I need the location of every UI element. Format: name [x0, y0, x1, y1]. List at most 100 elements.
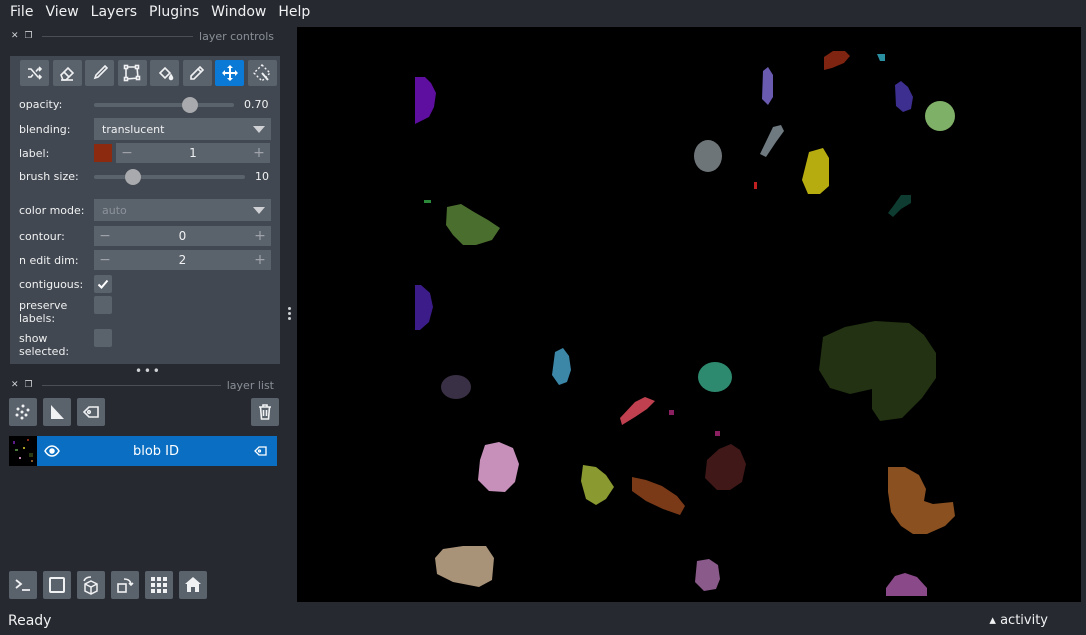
- tag-icon: [254, 446, 267, 456]
- label-blob: [695, 559, 720, 591]
- console-button[interactable]: [9, 571, 37, 599]
- picker-button[interactable]: [182, 60, 212, 86]
- erase-button[interactable]: [52, 60, 82, 86]
- opacity-handle[interactable]: [182, 97, 198, 113]
- opacity-label: opacity:: [19, 97, 63, 111]
- status-bar: Ready ▴ activity: [0, 606, 1086, 635]
- shuffle-colors-button[interactable]: [20, 60, 49, 86]
- label-blob: [620, 397, 655, 425]
- layer-name: blob ID: [132, 443, 180, 459]
- menu-view[interactable]: View: [39, 0, 84, 24]
- preserve-labels-checkbox[interactable]: [94, 296, 112, 314]
- roll-dims-button[interactable]: [77, 571, 105, 599]
- n-edit-dim-label: n edit dim:: [19, 253, 79, 267]
- home-button[interactable]: [179, 571, 207, 599]
- float-dock-icon[interactable]: ❐: [25, 31, 33, 41]
- viewer-canvas[interactable]: [297, 27, 1081, 602]
- new-shapes-layer-button[interactable]: [43, 398, 71, 426]
- n-edit-dim-spinbox[interactable]: − 2 +: [94, 250, 271, 270]
- label-blob: [552, 348, 571, 385]
- label-blob: [632, 477, 685, 515]
- trash-icon: [259, 404, 271, 420]
- visibility-toggle[interactable]: [37, 445, 67, 457]
- brush-size-handle[interactable]: [125, 169, 141, 185]
- menu-layers[interactable]: Layers: [85, 0, 143, 24]
- increment-icon[interactable]: +: [253, 228, 267, 244]
- erase-icon: [60, 66, 75, 81]
- show-selected-row: show selected:: [19, 329, 273, 358]
- label-blob: [705, 444, 746, 490]
- show-selected-checkbox[interactable]: [94, 329, 112, 347]
- label-blob: [888, 195, 911, 217]
- paint-button[interactable]: [85, 60, 114, 86]
- decrement-icon[interactable]: −: [120, 145, 134, 161]
- eye-icon: [44, 445, 60, 457]
- menu-plugins[interactable]: Plugins: [143, 0, 205, 24]
- activity-button[interactable]: ▴ activity: [989, 613, 1078, 628]
- brush-size-track: [94, 175, 245, 179]
- label-blob: [819, 321, 936, 421]
- chevron-down-icon: [253, 125, 265, 133]
- blending-dropdown[interactable]: translucent: [94, 118, 271, 140]
- float-dock-icon[interactable]: ❐: [25, 380, 33, 390]
- label-blob: [762, 67, 773, 105]
- paint-icon: [93, 64, 108, 80]
- increment-icon[interactable]: +: [252, 145, 266, 161]
- label-blob: [877, 54, 885, 61]
- grid-button[interactable]: [145, 571, 173, 599]
- increment-icon[interactable]: +: [253, 252, 267, 268]
- dock-splitter[interactable]: [288, 307, 292, 322]
- transform-button[interactable]: [247, 60, 277, 86]
- label-spinbox[interactable]: − 1 +: [116, 143, 270, 163]
- close-dock-icon[interactable]: ✕: [11, 31, 19, 41]
- decrement-icon[interactable]: −: [98, 252, 112, 268]
- fill-button[interactable]: [150, 60, 179, 86]
- header-divider: [42, 384, 221, 386]
- n-edit-dim-row: n edit dim: − 2 +: [19, 250, 273, 270]
- panel-resize-handle[interactable]: • • •: [135, 364, 160, 378]
- menu-file[interactable]: File: [4, 0, 39, 24]
- menu-help[interactable]: Help: [272, 0, 316, 24]
- label-blob: [478, 442, 519, 492]
- contour-spinbox[interactable]: − 0 +: [94, 226, 271, 246]
- label-blob: [435, 546, 494, 587]
- transpose-button[interactable]: [111, 571, 139, 599]
- menu-window[interactable]: Window: [205, 0, 272, 24]
- label-blob: [669, 410, 674, 415]
- opacity-row: opacity: 0.70: [19, 96, 273, 113]
- opacity-slider[interactable]: [94, 96, 234, 113]
- delete-layer-button[interactable]: [251, 398, 279, 426]
- chevron-down-icon: [253, 206, 265, 214]
- new-points-layer-button[interactable]: [9, 398, 37, 426]
- polygon-button[interactable]: [117, 60, 147, 86]
- new-labels-layer-button[interactable]: [77, 398, 105, 426]
- layer-controls-panel: opacity: 0.70 blending: translucent labe…: [10, 56, 280, 364]
- blending-row: blending: translucent: [19, 118, 273, 140]
- label-blob: [694, 140, 722, 172]
- decrement-icon[interactable]: −: [98, 228, 112, 244]
- activity-label: activity: [1000, 613, 1048, 628]
- color-mode-value: auto: [102, 203, 127, 217]
- brush-size-slider[interactable]: [94, 168, 245, 185]
- close-dock-icon[interactable]: ✕: [11, 380, 19, 390]
- layer-item-blob-id[interactable]: blob ID: [37, 436, 277, 466]
- show-selected-label: show selected:: [19, 332, 70, 358]
- label-blob: [895, 81, 913, 112]
- pan-zoom-button[interactable]: [215, 60, 244, 86]
- label-blob: [441, 375, 471, 399]
- layer-controls-title: layer controls: [199, 29, 274, 43]
- contiguous-checkbox[interactable]: [94, 275, 112, 293]
- label-blob: [415, 77, 436, 124]
- label-color-swatch[interactable]: [94, 144, 112, 162]
- cube-rotate-icon: [83, 576, 98, 595]
- label-blob: [802, 148, 829, 194]
- grid-icon: [151, 577, 167, 593]
- thumbnail-preview: [13, 439, 33, 462]
- label-label: label:: [19, 146, 50, 160]
- ndisplay-button[interactable]: [43, 571, 71, 599]
- square-icon: [49, 577, 65, 593]
- label-blob: [581, 465, 614, 505]
- home-icon: [185, 577, 201, 592]
- color-mode-dropdown[interactable]: auto: [94, 199, 271, 221]
- label-blob: [925, 101, 955, 131]
